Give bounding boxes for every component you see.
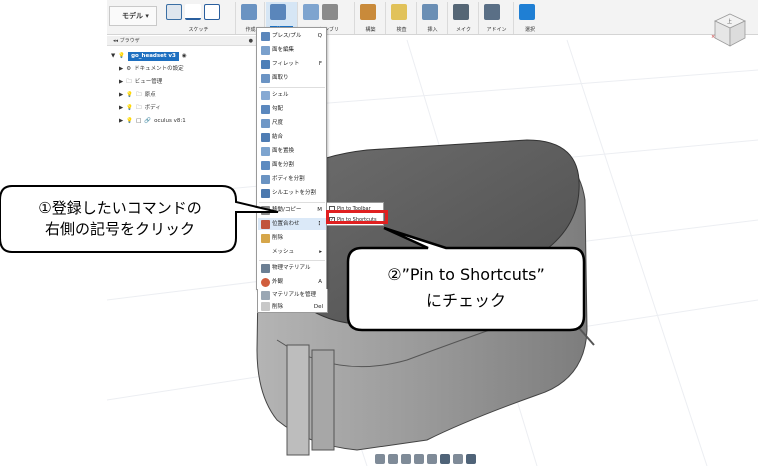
callout-right-line1: ②”Pin to Shortcuts”	[387, 265, 545, 284]
callout-left-line1: ①登録したいコマンドの	[38, 199, 202, 217]
callout-right-line2: にチェック	[425, 291, 506, 310]
callout-left-text: ①登録したいコマンドの 右側の記号をクリック	[6, 198, 234, 240]
callout-left-line2: 右側の記号をクリック	[44, 220, 195, 238]
callout-right-text: ②”Pin to Shortcuts” にチェック	[350, 262, 582, 314]
